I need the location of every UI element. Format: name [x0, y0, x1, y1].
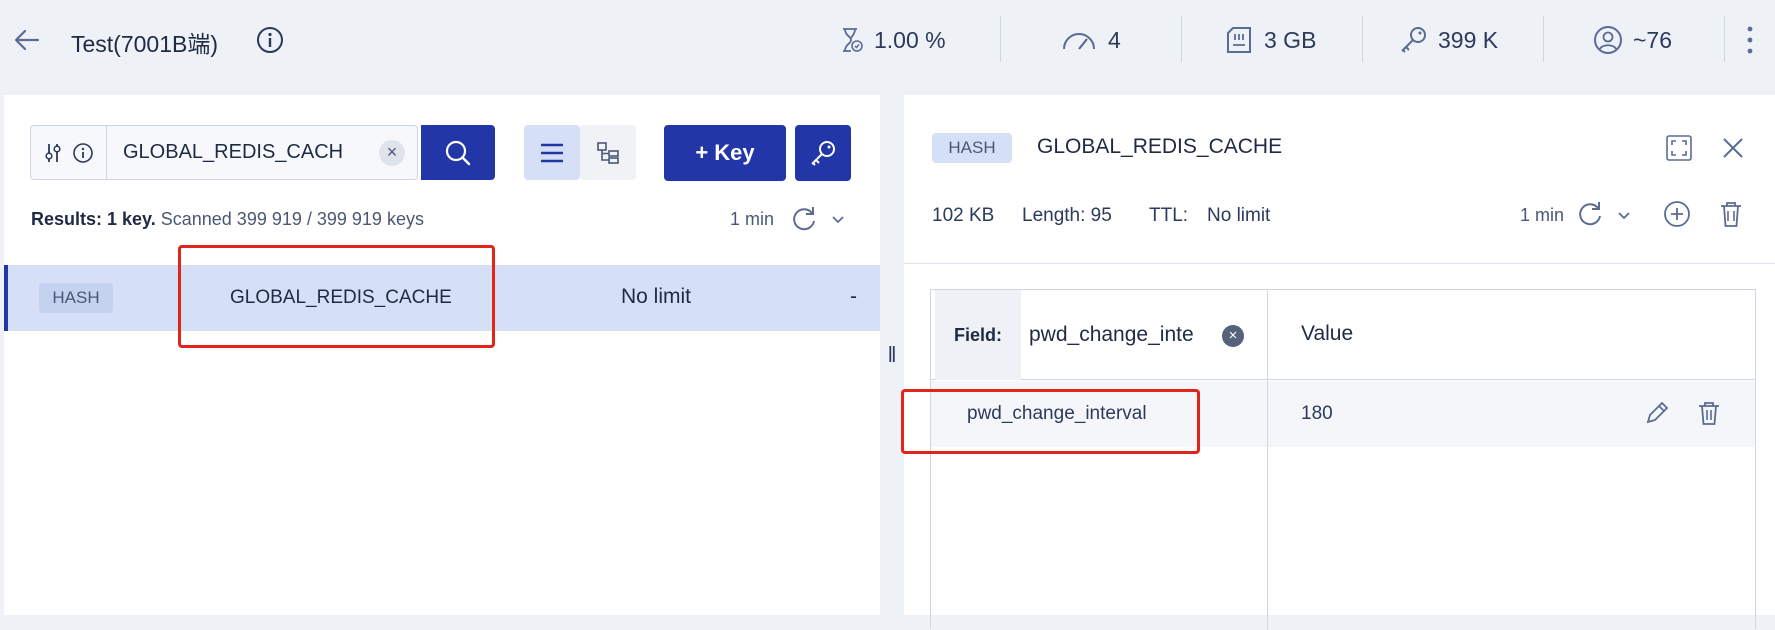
memory-card-icon — [1227, 27, 1251, 53]
key-length: Length: 95 — [1022, 205, 1112, 226]
more-vertical-icon[interactable] — [1745, 24, 1755, 56]
divider — [1000, 16, 1001, 62]
refresh-icon[interactable] — [790, 205, 818, 233]
user-icon — [1594, 26, 1622, 54]
cpu-value: 1.00 % — [874, 26, 946, 53]
divider — [1181, 16, 1182, 62]
commands-value: 4 — [1108, 26, 1121, 53]
column-divider — [1267, 290, 1268, 630]
divider — [1724, 16, 1725, 62]
details-key-name[interactable]: GLOBAL_REDIS_CACHE — [1037, 135, 1282, 159]
search-icon — [445, 140, 471, 165]
info-icon[interactable] — [72, 142, 94, 164]
divider — [1543, 16, 1544, 62]
key-size-value: 102 KB — [932, 205, 995, 226]
filter-settings-icon[interactable] — [44, 142, 62, 164]
list-icon — [541, 143, 563, 162]
close-icon[interactable] — [1718, 133, 1748, 163]
key-type-badge: HASH — [932, 133, 1012, 163]
field-filter-input[interactable] — [1029, 320, 1199, 350]
back-arrow-icon[interactable] — [12, 26, 42, 54]
key-ttl: No limit — [621, 285, 692, 308]
key-type-badge: HASH — [39, 283, 113, 313]
keys-stat: 399 K — [1398, 22, 1498, 58]
field-value: 180 — [1301, 403, 1333, 424]
keys-value: 399 K — [1438, 26, 1499, 53]
value-column-header: Value — [1301, 322, 1354, 345]
delete-field-icon[interactable] — [1695, 399, 1723, 427]
results-summary: Results: 1 key. Scanned 399 919 / 399 91… — [31, 209, 424, 230]
last-refresh-time: 1 min — [1520, 205, 1565, 225]
hash-fields-table: Field: × Value pwd_change_interval 180 — [930, 289, 1756, 630]
refresh-icon[interactable] — [1576, 200, 1604, 228]
table-header: Field: × Value — [931, 290, 1755, 380]
key-icon — [1401, 27, 1426, 53]
key-size: - — [850, 285, 857, 308]
database-title: Test(7001B端) — [71, 31, 219, 57]
hourglass-icon — [843, 28, 863, 52]
field-column-label: Field: — [935, 290, 1021, 380]
key-details-panel: HASH GLOBAL_REDIS_CACHE 102 KB Length: 9… — [904, 95, 1775, 630]
gauge-icon — [1063, 33, 1095, 50]
wrench-key-icon — [811, 141, 835, 166]
fullscreen-icon[interactable] — [1664, 133, 1694, 163]
results-count: Results: 1 key. — [31, 209, 156, 229]
drag-handle-icon: ‖ — [887, 342, 897, 367]
delete-key-icon[interactable] — [1716, 199, 1746, 229]
bulk-actions-button[interactable] — [795, 125, 851, 181]
clients-value: ~76 — [1633, 26, 1673, 53]
clients-stat: ~76 — [1593, 22, 1672, 58]
chevron-down-icon[interactable] — [830, 211, 846, 227]
clear-filter-icon[interactable]: × — [1222, 325, 1244, 347]
clear-search-icon[interactable]: × — [379, 140, 405, 166]
add-field-icon[interactable] — [1662, 199, 1692, 229]
key-name: GLOBAL_REDIS_CACHE — [230, 287, 452, 308]
commands-stat: 4 — [1060, 22, 1121, 58]
key-list-row[interactable]: HASH GLOBAL_REDIS_CACHE No limit - — [4, 265, 880, 331]
last-refresh-time: 1 min — [730, 209, 775, 229]
key-browser-panel: × + Key Results: 1 key. Scanned 399 919 … — [4, 95, 880, 615]
add-key-button[interactable]: + Key — [664, 125, 786, 181]
divider — [904, 263, 1775, 264]
cpu-stat: 1.00 % — [838, 22, 946, 58]
search-button[interactable] — [421, 125, 495, 180]
info-icon[interactable] — [256, 26, 284, 54]
memory-value: 3 GB — [1264, 26, 1317, 53]
panel-resize-handle[interactable]: ‖ — [880, 95, 904, 615]
edit-pencil-icon[interactable] — [1643, 399, 1671, 427]
search-box: × — [30, 125, 418, 180]
results-scanned: Scanned 399 919 / 399 919 keys — [160, 209, 424, 229]
ttl-label: TTL: — [1149, 205, 1189, 226]
field-name: pwd_change_interval — [967, 403, 1147, 424]
divider — [1362, 16, 1363, 62]
chevron-down-icon[interactable] — [1616, 207, 1632, 223]
table-row[interactable]: pwd_change_interval 180 — [931, 381, 1755, 447]
search-input[interactable] — [123, 136, 353, 168]
ttl-value[interactable]: No limit — [1207, 205, 1270, 227]
list-view-button[interactable] — [524, 125, 580, 180]
top-bar: Test(7001B端) 1.00 % 4 3 GB 399 K ~76 — [0, 0, 1775, 80]
tree-icon — [597, 141, 619, 164]
filter-buttons — [31, 126, 107, 179]
memory-stat: 3 GB — [1224, 22, 1316, 58]
tree-view-button[interactable] — [580, 125, 636, 180]
